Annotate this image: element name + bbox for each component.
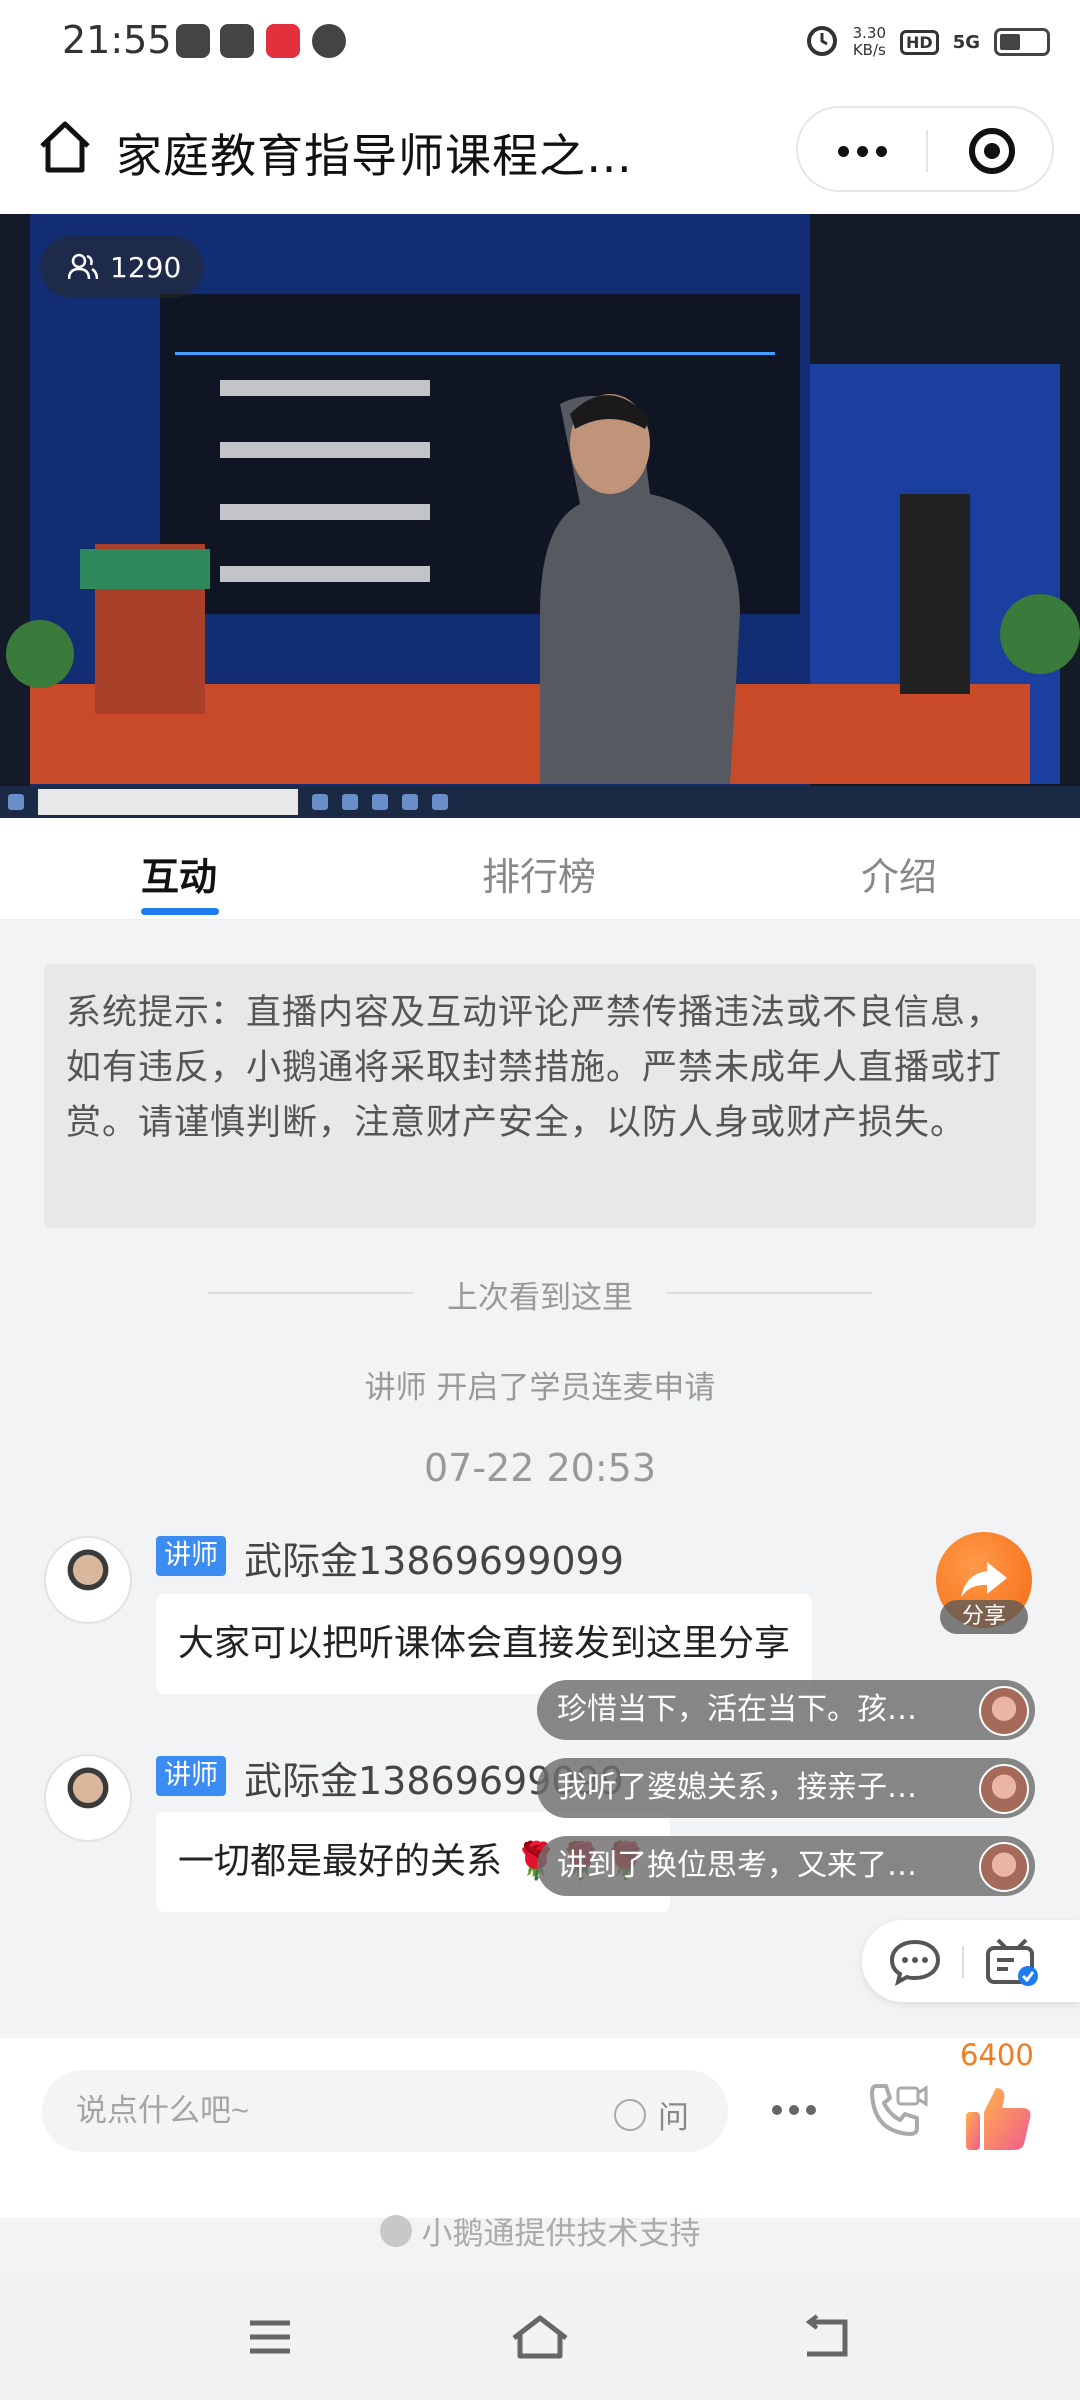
viewer-count-badge: 1290	[40, 236, 204, 298]
overlay-comment[interactable]: 我听了婆媳关系，接亲子…	[537, 1758, 1035, 1818]
message-bubble: 大家可以把听课体会直接发到这里分享	[156, 1594, 813, 1694]
hd-icon: HD	[900, 29, 939, 55]
overlay-comment[interactable]: 讲到了换位思考，又来了…	[537, 1836, 1035, 1896]
alarm-icon	[805, 23, 839, 61]
commenter-avatar	[979, 1686, 1029, 1736]
windows-icon	[8, 794, 24, 810]
video-frame-image	[0, 214, 1080, 818]
back-icon	[805, 2314, 848, 2357]
page-title: 家庭教育指导师课程之…	[116, 129, 633, 183]
commenter-avatar	[979, 1842, 1029, 1892]
net-speed-unit: KB/s	[852, 41, 886, 59]
tab-bar: 互动 排行榜 介绍	[0, 818, 1080, 920]
tab-introduction[interactable]: 介绍	[861, 846, 937, 901]
radio-icon	[614, 2098, 646, 2131]
nav-menu-button[interactable]	[235, 2302, 305, 2372]
taskbar-app-icon	[342, 794, 358, 810]
taskbar-app-icon	[312, 794, 328, 810]
overlay-comment[interactable]: 珍惜当下，活在当下。孩…	[537, 1680, 1035, 1740]
status-indicators: 3.30 KB/s HD 5G	[805, 20, 1050, 64]
status-bar: 21:55 3.30 KB/s HD 5G	[0, 0, 1080, 84]
avatar[interactable]	[44, 1754, 132, 1842]
timestamp: 07-22 20:53	[423, 1446, 656, 1490]
live-video[interactable]: 1290	[0, 214, 1080, 818]
input-bar: 问 6400	[0, 2038, 1080, 2218]
thumbs-up-icon	[966, 2088, 1031, 2150]
taskbar-app-icon	[372, 794, 388, 810]
battery-fill	[1000, 34, 1020, 50]
floating-tools	[862, 1920, 1080, 2002]
nav-home-button[interactable]	[505, 2302, 575, 2372]
powered-by-text: 小鹅通提供技术支持	[421, 2216, 701, 2252]
last-seen-label: 上次看到这里	[447, 1280, 633, 1316]
video-taskbar	[0, 786, 1080, 818]
live-schedule-icon[interactable]	[984, 1936, 1040, 1992]
cloud-icon	[312, 24, 346, 58]
mic-connect-button[interactable]	[862, 2076, 932, 2146]
powered-by: 小鹅通提供技术支持	[0, 2208, 1080, 2253]
share-arrow-icon	[961, 1562, 1007, 1598]
phone-video-icon	[870, 2084, 928, 2136]
system-message: 讲师 开启了学员连麦申请	[364, 1370, 716, 1406]
home-icon	[512, 2315, 568, 2359]
tab-interaction[interactable]: 互动	[141, 846, 217, 901]
tool-divider	[962, 1946, 964, 1978]
users-icon	[68, 253, 98, 280]
nav-back-button[interactable]	[790, 2302, 860, 2372]
more-menu-button[interactable]	[764, 2090, 824, 2130]
overlay-comment-text: 珍惜当下，活在当下。孩…	[557, 1692, 917, 1727]
system-notice: 系统提示：直播内容及互动评论严禁传播违法或不良信息，如有违反，小鹅通将采取封禁措…	[44, 964, 1036, 1228]
like-count: 6400	[960, 2038, 1034, 2072]
taskbar-app-icon	[402, 794, 418, 810]
teacher-tag: 讲师	[156, 1536, 226, 1576]
xiaoetong-logo-icon	[379, 2214, 412, 2247]
system-navigation-bar	[0, 2270, 1080, 2400]
close-button[interactable]	[928, 108, 1056, 194]
home-icon	[40, 121, 90, 173]
overlay-comment-text: 我听了婆媳关系，接亲子…	[557, 1770, 917, 1805]
last-seen-divider: 上次看到这里	[0, 1272, 1080, 1317]
mail-icon	[220, 24, 254, 58]
signal-icon: 5G	[952, 31, 980, 53]
close-icon	[969, 128, 1015, 174]
teacher-tag: 讲师	[156, 1756, 226, 1796]
net-speed: 3.30 KB/s	[853, 25, 886, 59]
overlay-comment-text: 讲到了换位思考，又来了…	[557, 1848, 917, 1883]
ask-label: 问	[658, 2100, 689, 2136]
chat-bubble-icon[interactable]	[888, 1938, 942, 1990]
app-notification-icon	[266, 24, 300, 58]
home-button[interactable]	[36, 118, 94, 176]
taskbar-app-icon	[432, 794, 448, 810]
share-label[interactable]: 分享	[940, 1600, 1028, 1634]
like-button[interactable]	[962, 2082, 1034, 2154]
viewer-count: 1290	[110, 250, 182, 284]
tab-leaderboard[interactable]: 排行榜	[482, 846, 596, 901]
sender-name: 武际金13869699099	[244, 1539, 624, 1583]
taskbar-search	[38, 789, 298, 815]
miniapp-capsule	[796, 106, 1054, 192]
more-button[interactable]	[798, 108, 926, 194]
commenter-avatar	[979, 1764, 1029, 1814]
missed-call-icon	[176, 24, 210, 58]
net-speed-value: 3.30	[852, 24, 887, 42]
battery-icon	[994, 28, 1050, 56]
status-time: 21:55	[62, 18, 172, 62]
avatar[interactable]	[44, 1536, 132, 1624]
tab-indicator	[141, 908, 219, 915]
title-bar: 家庭教育指导师课程之…	[0, 84, 1080, 214]
menu-icon	[250, 2320, 290, 2354]
ask-toggle[interactable]: 问	[614, 2092, 689, 2137]
